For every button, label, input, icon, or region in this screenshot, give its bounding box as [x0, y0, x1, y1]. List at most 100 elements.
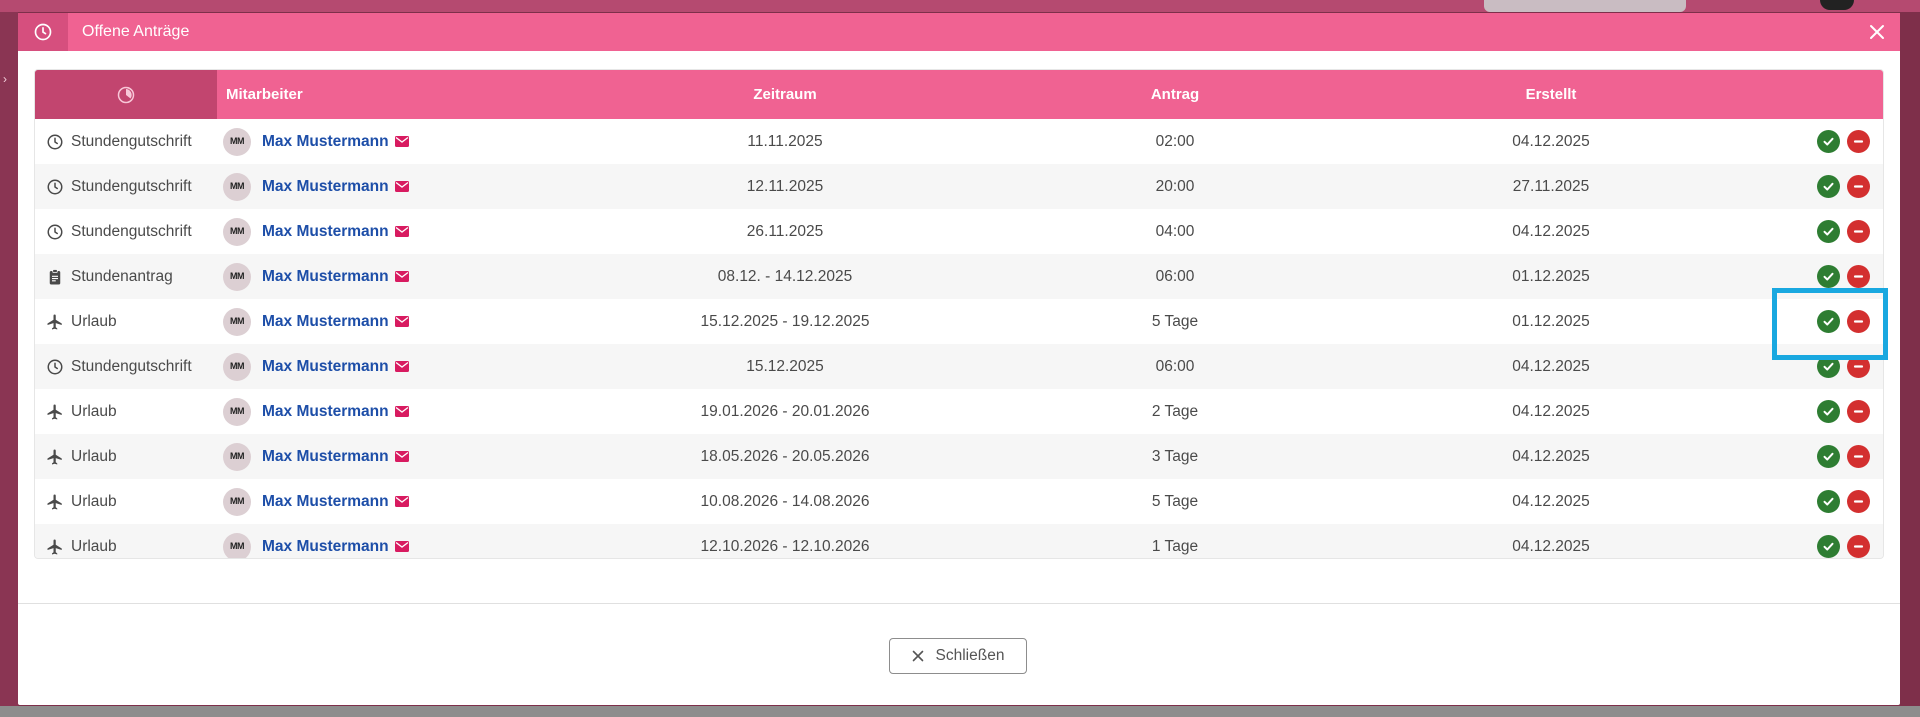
employee-cell: MM Max Mustermann — [223, 389, 409, 434]
request-type-label: Urlaub — [71, 313, 117, 330]
reject-minus-icon[interactable] — [1847, 490, 1870, 513]
table-row[interactable]: Urlaub MM Max Mustermann 10.08.2026 - 14… — [35, 479, 1883, 524]
employee-link[interactable]: Max Mustermann — [262, 434, 389, 479]
employee-link[interactable]: Max Mustermann — [262, 524, 389, 558]
request-amount-cell: 5 Tage — [1151, 493, 1199, 510]
mail-icon[interactable] — [394, 271, 409, 282]
avatar: MM — [223, 532, 251, 558]
table-row[interactable]: Stundengutschrift MM Max Mustermann 11.1… — [35, 119, 1883, 164]
avatar: MM — [223, 397, 251, 426]
table-body: Stundengutschrift MM Max Mustermann 11.1… — [35, 119, 1883, 558]
approve-check-icon[interactable] — [1817, 175, 1840, 198]
clock-icon — [45, 222, 65, 242]
column-header-request[interactable]: Antrag — [1035, 70, 1315, 119]
approve-check-icon[interactable] — [1817, 535, 1840, 558]
table-row[interactable]: Urlaub MM Max Mustermann 15.12.2025 - 19… — [35, 299, 1883, 344]
request-type-cell: Urlaub — [45, 434, 117, 479]
period-cell: 11.11.2025 — [747, 133, 823, 150]
approve-check-icon[interactable] — [1817, 490, 1840, 513]
period-cell: 08.12. - 14.12.2025 — [717, 268, 853, 285]
created-date-cell: 04.12.2025 — [1512, 403, 1590, 420]
column-header-period[interactable]: Zeitraum — [615, 70, 955, 119]
mail-icon[interactable] — [394, 496, 409, 507]
request-type-cell: Stundengutschrift — [45, 209, 192, 254]
employee-link[interactable]: Max Mustermann — [262, 299, 389, 344]
mail-icon[interactable] — [394, 316, 409, 327]
airplane-icon — [45, 492, 65, 512]
request-type-label: Urlaub — [71, 493, 117, 510]
created-date-cell: 04.12.2025 — [1512, 538, 1590, 555]
created-date-cell: 04.12.2025 — [1512, 133, 1590, 150]
avatar: MM — [223, 262, 251, 291]
request-amount-cell: 20:00 — [1155, 178, 1195, 195]
open-requests-dialog: Offene Anträge Mitarbeiter Zeitraum Antr… — [18, 13, 1900, 705]
request-type-cell: Urlaub — [45, 299, 117, 344]
row-actions — [1817, 479, 1870, 524]
employee-link[interactable]: Max Mustermann — [262, 119, 389, 164]
period-cell: 12.10.2026 - 12.10.2026 — [700, 538, 870, 555]
approve-check-icon[interactable] — [1817, 265, 1840, 288]
request-type-label: Urlaub — [71, 538, 117, 555]
table-row[interactable]: Stundengutschrift MM Max Mustermann 15.1… — [35, 344, 1883, 389]
employee-link[interactable]: Max Mustermann — [262, 209, 389, 254]
mail-icon[interactable] — [394, 361, 409, 372]
reject-minus-icon[interactable] — [1847, 220, 1870, 243]
airplane-icon — [45, 537, 65, 557]
row-actions — [1817, 434, 1870, 479]
close-icon — [912, 650, 923, 662]
clock-icon — [45, 177, 65, 197]
created-date-cell: 01.12.2025 — [1512, 313, 1590, 330]
request-type-cell: Stundenantrag — [45, 254, 173, 299]
created-date-cell: 04.12.2025 — [1512, 448, 1590, 465]
type-column-header[interactable] — [35, 70, 217, 119]
table-row[interactable]: Stundengutschrift MM Max Mustermann 26.1… — [35, 209, 1883, 254]
request-type-label: Stundengutschrift — [71, 358, 192, 375]
avatar: MM — [223, 442, 251, 471]
approve-check-icon[interactable] — [1817, 220, 1840, 243]
approve-check-icon[interactable] — [1817, 400, 1840, 423]
mail-icon[interactable] — [394, 181, 409, 192]
mail-icon[interactable] — [394, 406, 409, 417]
dialog-title: Offene Anträge — [82, 23, 190, 40]
request-type-cell: Stundengutschrift — [45, 164, 192, 209]
mail-icon[interactable] — [394, 451, 409, 462]
employee-cell: MM Max Mustermann — [223, 119, 409, 164]
row-actions — [1817, 389, 1870, 434]
reject-minus-icon[interactable] — [1847, 265, 1870, 288]
close-icon[interactable] — [1862, 13, 1892, 51]
request-type-cell: Stundengutschrift — [45, 119, 192, 164]
row-actions — [1817, 119, 1870, 164]
period-cell: 19.01.2026 - 20.01.2026 — [700, 403, 870, 420]
airplane-icon — [45, 402, 65, 422]
employee-link[interactable]: Max Mustermann — [262, 389, 389, 434]
mail-icon[interactable] — [394, 136, 409, 147]
period-cell: 15.12.2025 - 19.12.2025 — [700, 313, 870, 330]
table-row[interactable]: Urlaub MM Max Mustermann 18.05.2026 - 20… — [35, 434, 1883, 479]
row-actions — [1817, 524, 1870, 558]
column-header-created[interactable]: Erstellt — [1391, 70, 1711, 119]
reject-minus-icon[interactable] — [1847, 400, 1870, 423]
request-amount-cell: 06:00 — [1155, 268, 1195, 285]
mail-icon[interactable] — [394, 226, 409, 237]
period-cell: 15.12.2025 — [746, 358, 824, 375]
employee-link[interactable]: Max Mustermann — [262, 479, 389, 524]
mail-icon[interactable] — [394, 541, 409, 552]
close-button[interactable]: Schließen — [889, 638, 1027, 674]
employee-link[interactable]: Max Mustermann — [262, 164, 389, 209]
column-header-employee[interactable]: Mitarbeiter — [226, 70, 303, 119]
reject-minus-icon[interactable] — [1847, 445, 1870, 468]
requests-table: Mitarbeiter Zeitraum Antrag Erstellt Stu… — [34, 69, 1884, 559]
approve-check-icon[interactable] — [1817, 445, 1840, 468]
table-row[interactable]: Urlaub MM Max Mustermann 19.01.2026 - 20… — [35, 389, 1883, 434]
clipboard-icon — [45, 267, 65, 287]
employee-link[interactable]: Max Mustermann — [262, 254, 389, 299]
reject-minus-icon[interactable] — [1847, 175, 1870, 198]
clock-icon — [45, 132, 65, 152]
reject-minus-icon[interactable] — [1847, 130, 1870, 153]
table-row[interactable]: Stundengutschrift MM Max Mustermann 12.1… — [35, 164, 1883, 209]
employee-link[interactable]: Max Mustermann — [262, 344, 389, 389]
approve-check-icon[interactable] — [1817, 130, 1840, 153]
table-row[interactable]: Urlaub MM Max Mustermann 12.10.2026 - 12… — [35, 524, 1883, 558]
reject-minus-icon[interactable] — [1847, 535, 1870, 558]
table-row[interactable]: Stundenantrag MM Max Mustermann 08.12. -… — [35, 254, 1883, 299]
